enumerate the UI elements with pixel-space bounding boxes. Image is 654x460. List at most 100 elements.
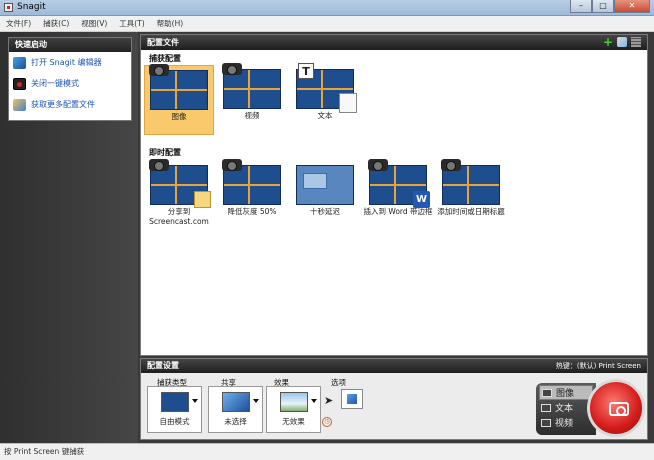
profiles-title: 配置文件: [147, 38, 179, 47]
document-icon: [339, 93, 357, 113]
word-icon: W: [413, 191, 430, 208]
menu-help[interactable]: 帮助(H): [157, 18, 184, 29]
camera-icon: [222, 159, 242, 171]
camera-icon: [149, 64, 169, 76]
menu-tools[interactable]: 工具(T): [119, 18, 144, 29]
quick-launch-panel: 快速启动 打开 Snagit 编辑器 关闭一键模式 获取更多配置文件: [8, 37, 132, 121]
quick-launch-item-open-editor[interactable]: 打开 Snagit 编辑器: [9, 52, 131, 73]
video-camera-icon: [222, 63, 242, 75]
hotkey-label: 热键：(默认) Print Screen: [555, 362, 641, 370]
share-icon: [194, 191, 211, 208]
share-profile-thumbnail: [149, 159, 211, 208]
image-profile-thumbnail: [149, 64, 208, 110]
profile-share-screencast[interactable]: 分享到 Screencast.com: [144, 159, 214, 237]
camera-icon: [542, 388, 552, 397]
profile-insert-word[interactable]: W 插入到 Word 带边框: [363, 159, 433, 237]
capture-type-selector[interactable]: 自由模式: [147, 386, 202, 433]
chevron-down-icon: [311, 399, 317, 403]
camera-icon: [149, 159, 169, 171]
profile-video[interactable]: 视频: [217, 63, 287, 135]
preview-editor-option[interactable]: [341, 389, 363, 409]
capture-profiles-heading: 捕获配置: [149, 54, 181, 63]
video-profile-thumbnail: [222, 63, 281, 109]
puzzle-icon: [13, 98, 26, 111]
text-profile-thumbnail: T: [296, 63, 357, 113]
config-settings-panel: 配置设置 热键：(默认) Print Screen 捕获类型 自由模式 共享 未…: [140, 358, 648, 440]
profile-image[interactable]: 图像: [144, 64, 214, 135]
profile-label: 降低灰度 50%: [227, 207, 277, 216]
landscape-icon: [279, 392, 308, 412]
camera-icon: [441, 159, 461, 171]
window-icon: [303, 173, 327, 189]
title-bar: Snagit – □ ✕: [0, 0, 654, 16]
menu-view[interactable]: 视图(V): [81, 18, 107, 29]
capture-button[interactable]: [587, 379, 645, 437]
profiles-header: 配置文件 +: [141, 35, 647, 50]
profile-label: 图像: [171, 112, 187, 121]
timer-icon[interactable]: ◷: [322, 417, 332, 427]
profiles-panel: 配置文件 + 捕获配置 图像 视频 T 文本 即时配置 分享到 Screenca…: [140, 34, 648, 356]
quick-launch-title: 快速启动: [9, 38, 131, 52]
minimize-button[interactable]: –: [570, 0, 592, 13]
profile-text[interactable]: T 文本: [290, 63, 360, 135]
options-label: 选项: [331, 378, 346, 387]
instant-profiles-heading: 即时配置: [149, 148, 181, 157]
mode-label: 文本: [555, 404, 574, 414]
left-panel: 快速启动 打开 Snagit 编辑器 关闭一键模式 获取更多配置文件: [0, 32, 138, 443]
mode-video[interactable]: 视频: [539, 415, 593, 430]
snagit-app-icon: [4, 3, 13, 12]
quick-launch-label: 关闭一键模式: [31, 79, 79, 88]
window-controls: – □ ✕: [570, 0, 650, 13]
share-value: 未选择: [224, 417, 247, 426]
quick-launch-item-one-click[interactable]: 关闭一键模式: [9, 73, 131, 94]
effects-value: 无效果: [282, 417, 305, 426]
grid-icon[interactable]: [631, 37, 641, 47]
capture-type-value: 自由模式: [159, 417, 190, 426]
profile-label: 插入到 Word 带边框: [363, 207, 433, 216]
profile-ten-second-delay[interactable]: 十秒延迟: [290, 161, 360, 231]
cursor-icon[interactable]: ➤: [324, 394, 333, 407]
one-click-icon: [13, 77, 26, 90]
profile-grayscale[interactable]: 降低灰度 50%: [217, 159, 287, 231]
profile-label: 添加时间或日期标题: [437, 207, 505, 216]
share-selector[interactable]: 未选择: [208, 386, 263, 433]
profile-label: 十秒延迟: [310, 207, 340, 216]
status-bar: 按 Print Screen 键捕获: [0, 443, 654, 460]
edit-icon[interactable]: [617, 37, 627, 47]
share-icon: [221, 392, 250, 412]
grayscale-profile-thumbnail: [222, 159, 281, 205]
profile-label: 视频: [244, 111, 260, 120]
caption-profile-thumbnail: [441, 159, 500, 205]
menu-bar: 文件(F) 捕获(C) 视图(V) 工具(T) 帮助(H): [0, 16, 654, 32]
window-title: Snagit: [17, 2, 46, 12]
profile-label: 分享到 Screencast.com: [149, 207, 209, 226]
mode-label: 图像: [556, 389, 575, 399]
menu-capture[interactable]: 捕获(C): [43, 18, 69, 29]
delay-profile-thumbnail: [296, 165, 354, 205]
effects-selector[interactable]: 无效果: [266, 386, 321, 433]
maximize-button[interactable]: □: [592, 0, 614, 13]
camera-icon: [368, 159, 388, 171]
profile-time-date-caption[interactable]: 添加时间或日期标题: [436, 159, 506, 237]
mode-text[interactable]: 文本: [539, 400, 593, 415]
add-icon[interactable]: +: [603, 36, 613, 48]
close-button[interactable]: ✕: [614, 0, 650, 13]
quick-launch-label: 打开 Snagit 编辑器: [31, 58, 102, 67]
free-mode-icon: [160, 392, 189, 412]
mode-label: 视频: [555, 419, 574, 429]
chevron-down-icon: [253, 399, 259, 403]
word-profile-thumbnail: W: [368, 159, 430, 208]
menu-file[interactable]: 文件(F): [6, 18, 31, 29]
quick-launch-item-more-profiles[interactable]: 获取更多配置文件: [9, 94, 131, 115]
text-icon: [541, 403, 551, 412]
profiles-toolbar: +: [603, 36, 641, 48]
text-t-icon: T: [298, 63, 314, 79]
config-settings-title: 配置设置: [147, 361, 179, 370]
camera-icon: [609, 402, 629, 416]
config-settings-header: 配置设置 热键：(默认) Print Screen: [141, 359, 647, 373]
video-icon: [541, 418, 551, 427]
mode-image[interactable]: 图像: [539, 385, 593, 400]
quick-launch-label: 获取更多配置文件: [31, 100, 95, 109]
editor-icon: [13, 56, 26, 69]
chevron-down-icon: [192, 399, 198, 403]
